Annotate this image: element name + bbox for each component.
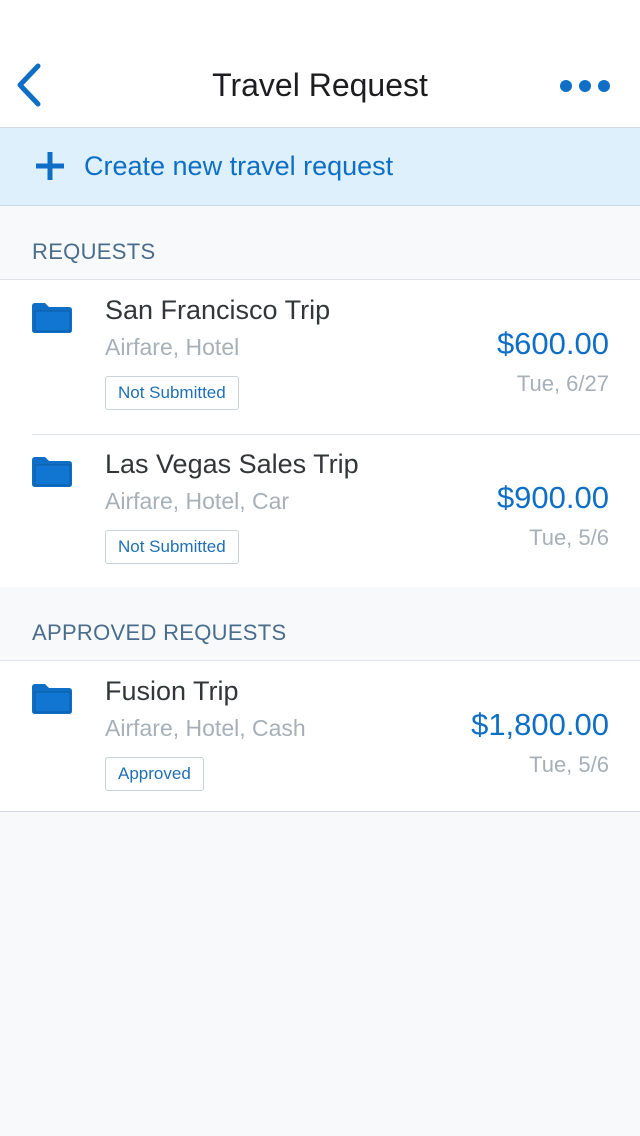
list-item[interactable]: San Francisco Trip Airfare, Hotel Not Su… (0, 280, 640, 434)
item-amount: $1,800.00 (471, 707, 609, 742)
section-header-label: APPROVED REQUESTS (32, 620, 287, 645)
navigation-bar: Travel Request (0, 0, 640, 128)
ellipsis-icon (579, 80, 591, 92)
status-badge: Not Submitted (105, 530, 239, 564)
item-date: Tue, 6/27 (516, 371, 609, 396)
item-subtitle: Airfare, Hotel, Cash (105, 715, 306, 741)
item-title: San Francisco Trip (105, 295, 331, 325)
more-options-button[interactable] (560, 76, 610, 96)
section-header-approved-requests: APPROVED REQUESTS (0, 587, 640, 661)
folder-icon (32, 457, 72, 487)
item-date: Tue, 5/6 (529, 525, 609, 550)
status-badge: Not Submitted (105, 376, 239, 410)
item-title: Las Vegas Sales Trip (105, 449, 359, 479)
folder-icon (32, 684, 72, 714)
list-item[interactable]: Las Vegas Sales Trip Airfare, Hotel, Car… (0, 434, 640, 588)
list-item[interactable]: Fusion Trip Airfare, Hotel, Cash Approve… (0, 661, 640, 811)
item-date: Tue, 5/6 (529, 752, 609, 777)
requests-list: San Francisco Trip Airfare, Hotel Not Su… (0, 280, 640, 589)
section-header-label: REQUESTS (32, 239, 156, 264)
ellipsis-icon (560, 80, 572, 92)
approved-requests-list: Fusion Trip Airfare, Hotel, Cash Approve… (0, 661, 640, 812)
create-travel-request-label: Create new travel request (84, 151, 394, 181)
plus-icon (36, 152, 64, 180)
item-subtitle: Airfare, Hotel, Car (105, 488, 290, 514)
item-amount: $600.00 (496, 326, 609, 361)
section-header-requests: REQUESTS (0, 206, 640, 280)
item-amount: $900.00 (496, 480, 609, 515)
status-badge: Approved (105, 757, 204, 791)
ellipsis-icon (598, 80, 610, 92)
create-travel-request-button[interactable]: Create new travel request (0, 128, 640, 206)
item-subtitle: Airfare, Hotel (105, 334, 240, 360)
page-title: Travel Request (212, 67, 428, 103)
item-title: Fusion Trip (105, 676, 239, 706)
folder-icon (32, 303, 72, 333)
